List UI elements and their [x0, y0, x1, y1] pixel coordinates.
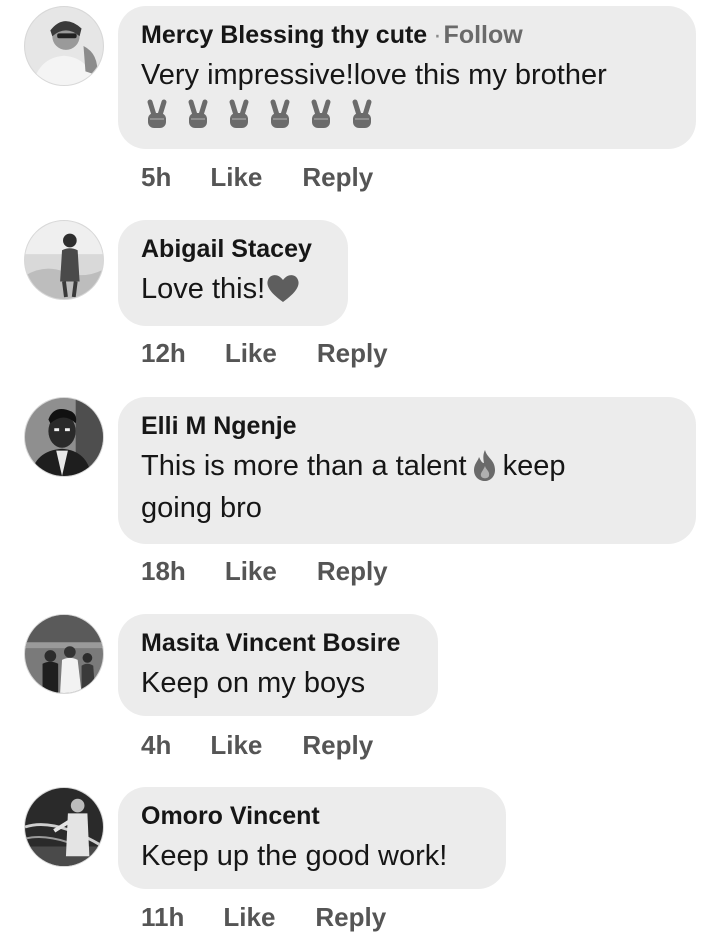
comment-text-part: Love this!: [141, 273, 266, 305]
victory-hand-icon: [311, 99, 331, 128]
avatar[interactable]: [24, 6, 104, 86]
comment-text-part: keep: [502, 450, 566, 482]
like-button[interactable]: Like: [225, 556, 277, 587]
reply-button[interactable]: Reply: [317, 338, 388, 369]
comment-author[interactable]: Masita Vincent Bosire: [141, 628, 414, 658]
comment-bubble: Elli M Ngenje This is more than a talent…: [118, 397, 696, 544]
victory-hand-icon: [147, 99, 167, 128]
fire-icon: [467, 448, 503, 482]
comment-bubble: Omoro Vincent Keep up the good work!: [118, 787, 506, 889]
comment-timestamp: 11h: [141, 902, 185, 932]
comment-bubble: Masita Vincent Bosire Keep on my boys: [118, 614, 438, 716]
heart-icon: [265, 271, 301, 305]
comment-actions: 12h Like Reply: [141, 338, 388, 369]
reply-button[interactable]: Reply: [317, 556, 388, 587]
comment-thread: Mercy Blessing thy cute ·Follow Very impr…: [0, 0, 720, 941]
like-button[interactable]: Like: [210, 162, 262, 193]
like-button[interactable]: Like: [225, 338, 277, 369]
avatar[interactable]: [24, 397, 104, 477]
emoji-row: [141, 96, 672, 130]
follow-button[interactable]: Follow: [444, 21, 523, 49]
comment-text: Very impressive!love this my brother: [141, 59, 607, 91]
comment-timestamp: 18h: [141, 556, 186, 586]
like-button[interactable]: Like: [223, 902, 275, 933]
reply-button[interactable]: Reply: [302, 162, 373, 193]
comment-author[interactable]: Omoro Vincent: [141, 801, 482, 831]
comment-text: Love this!: [141, 268, 324, 310]
separator-dot: ·: [433, 21, 442, 49]
avatar[interactable]: [24, 220, 104, 300]
reply-button[interactable]: Reply: [315, 902, 386, 933]
comment-text: Keep up the good work!: [141, 840, 448, 872]
comment-timestamp: 12h: [141, 338, 186, 368]
comment-bubble: Mercy Blessing thy cute ·Follow Very impr…: [118, 6, 696, 149]
comment-text: Keep on my boys: [141, 667, 366, 699]
comment-header: Mercy Blessing thy cute ·Follow: [141, 20, 672, 50]
comment-text: This is more than a talent keep going bro: [141, 445, 672, 529]
comment-timestamp: 5h: [141, 162, 172, 192]
comment-author[interactable]: Abigail Stacey: [141, 234, 324, 264]
avatar[interactable]: [24, 614, 104, 694]
victory-hand-icon: [352, 99, 372, 128]
victory-hand-icon: [270, 99, 290, 128]
comment-actions: 11h Like Reply: [141, 902, 386, 933]
reply-button[interactable]: Reply: [302, 730, 373, 761]
comment-actions: 5h Like Reply: [141, 162, 373, 193]
comment-author[interactable]: Mercy Blessing thy cute: [141, 21, 427, 49]
comment-actions: 4h Like Reply: [141, 730, 373, 761]
comment-timestamp: 4h: [141, 730, 172, 760]
like-button[interactable]: Like: [210, 730, 262, 761]
avatar[interactable]: [24, 787, 104, 867]
comment-text-part: This is more than a talent: [141, 450, 467, 482]
comment-text-part: going bro: [141, 492, 262, 524]
victory-hand-icon: [188, 99, 208, 128]
comment-actions: 18h Like Reply: [141, 556, 388, 587]
comment-author[interactable]: Elli M Ngenje: [141, 411, 672, 441]
victory-hand-icon: [229, 99, 249, 128]
comment-bubble: Abigail Stacey Love this!: [118, 220, 348, 326]
